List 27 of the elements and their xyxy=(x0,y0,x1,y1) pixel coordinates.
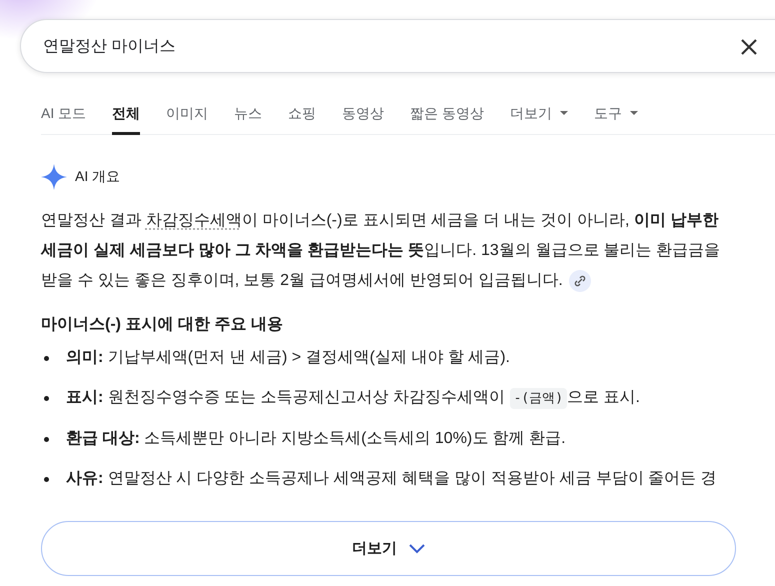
overview-paragraph: 연말정산 결과 차감징수세액 이 마이너스(-)로 표시되면 세금을 더 내는 것이 아니라, 이미 납부한 세금이 실제 세금보다 많아 그 차액을 환급받는다는 뜻입니다. 13월의 월급으로 불리는 환급금을 받을 수 있는 좋은 징후이며, 보통 2월 급여명세서에 반영되어 입금됩니다. xyxy=(41,206,741,296)
show-more-button[interactable]: 더보기 xyxy=(41,521,736,576)
list-item-text: 환급 대상: 소득세뿐만 아니라 지방소득세(소득세의 10%)도 함께 환급. xyxy=(66,429,566,449)
close-icon[interactable] xyxy=(740,38,758,56)
list-item-text: 의미: 기납부세액(먼저 낸 세금) > 결정세액(실제 내야 할 세금). xyxy=(66,348,510,368)
search-tab[interactable]: 더보기 xyxy=(510,105,568,135)
section-heading: 마이너스(-) 표시에 대한 주요 내용 xyxy=(41,315,284,335)
search-tab[interactable]: 짧은 동영상 xyxy=(410,105,484,135)
bullet-icon xyxy=(44,476,49,482)
search-tab[interactable]: 이미지 xyxy=(166,105,208,135)
link-icon[interactable] xyxy=(568,270,591,292)
chevron-down-icon xyxy=(409,544,425,554)
search-tab[interactable]: 전체 xyxy=(112,105,140,135)
search-tab[interactable]: 동영상 xyxy=(342,105,384,135)
bullet-icon xyxy=(44,436,49,442)
search-tab[interactable]: AI 모드 xyxy=(41,105,86,135)
search-tab[interactable]: 뉴스 xyxy=(234,105,262,135)
overview-title: AI 개요 xyxy=(75,168,120,186)
search-field[interactable]: 연말정산 마이너스 xyxy=(20,19,775,73)
search-tab[interactable]: 도구 xyxy=(594,105,638,135)
search-query: 연말정산 마이너스 xyxy=(43,36,176,56)
sparkle-icon xyxy=(41,164,67,190)
list-item-text: 표시: 원천징수영수증 또는 소득공제신고서상 차감징수세액이 -(금액) 으로 표시. xyxy=(66,387,640,410)
bullet-icon xyxy=(44,356,49,360)
list-item-text: 사유: 연말정산 시 다양한 소득공제나 세액공제 혜택을 많이 적용받아 세금 부담이 줄어든 경 xyxy=(66,469,717,489)
search-tab[interactable]: 쇼핑 xyxy=(288,105,316,135)
bullet-icon xyxy=(44,396,49,401)
